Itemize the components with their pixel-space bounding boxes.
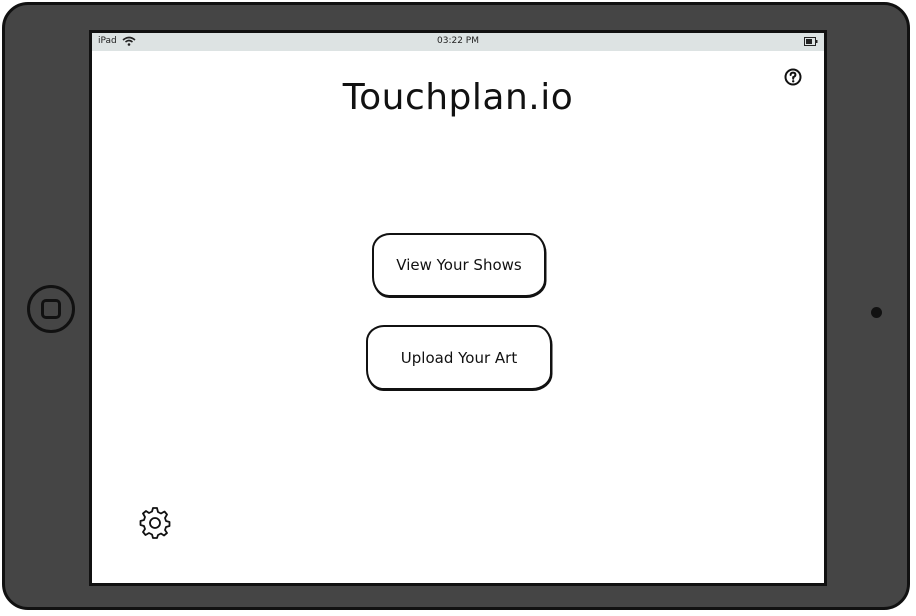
help-icon[interactable] [784,68,802,86]
home-button-icon [41,299,61,319]
home-button[interactable] [27,285,75,333]
gear-icon[interactable] [138,505,172,539]
battery-icon [804,37,818,46]
status-time: 03:22 PM [437,36,479,46]
upload-art-button[interactable]: Upload Your Art [366,325,552,390]
status-bar: iPad 03:22 PM [92,33,824,51]
app-screen: iPad 03:22 PM Touchplan.io View Your Sho… [89,30,827,586]
app-title: Touchplan.io [342,77,574,118]
front-camera [871,307,882,318]
view-shows-button[interactable]: View Your Shows [372,233,546,297]
